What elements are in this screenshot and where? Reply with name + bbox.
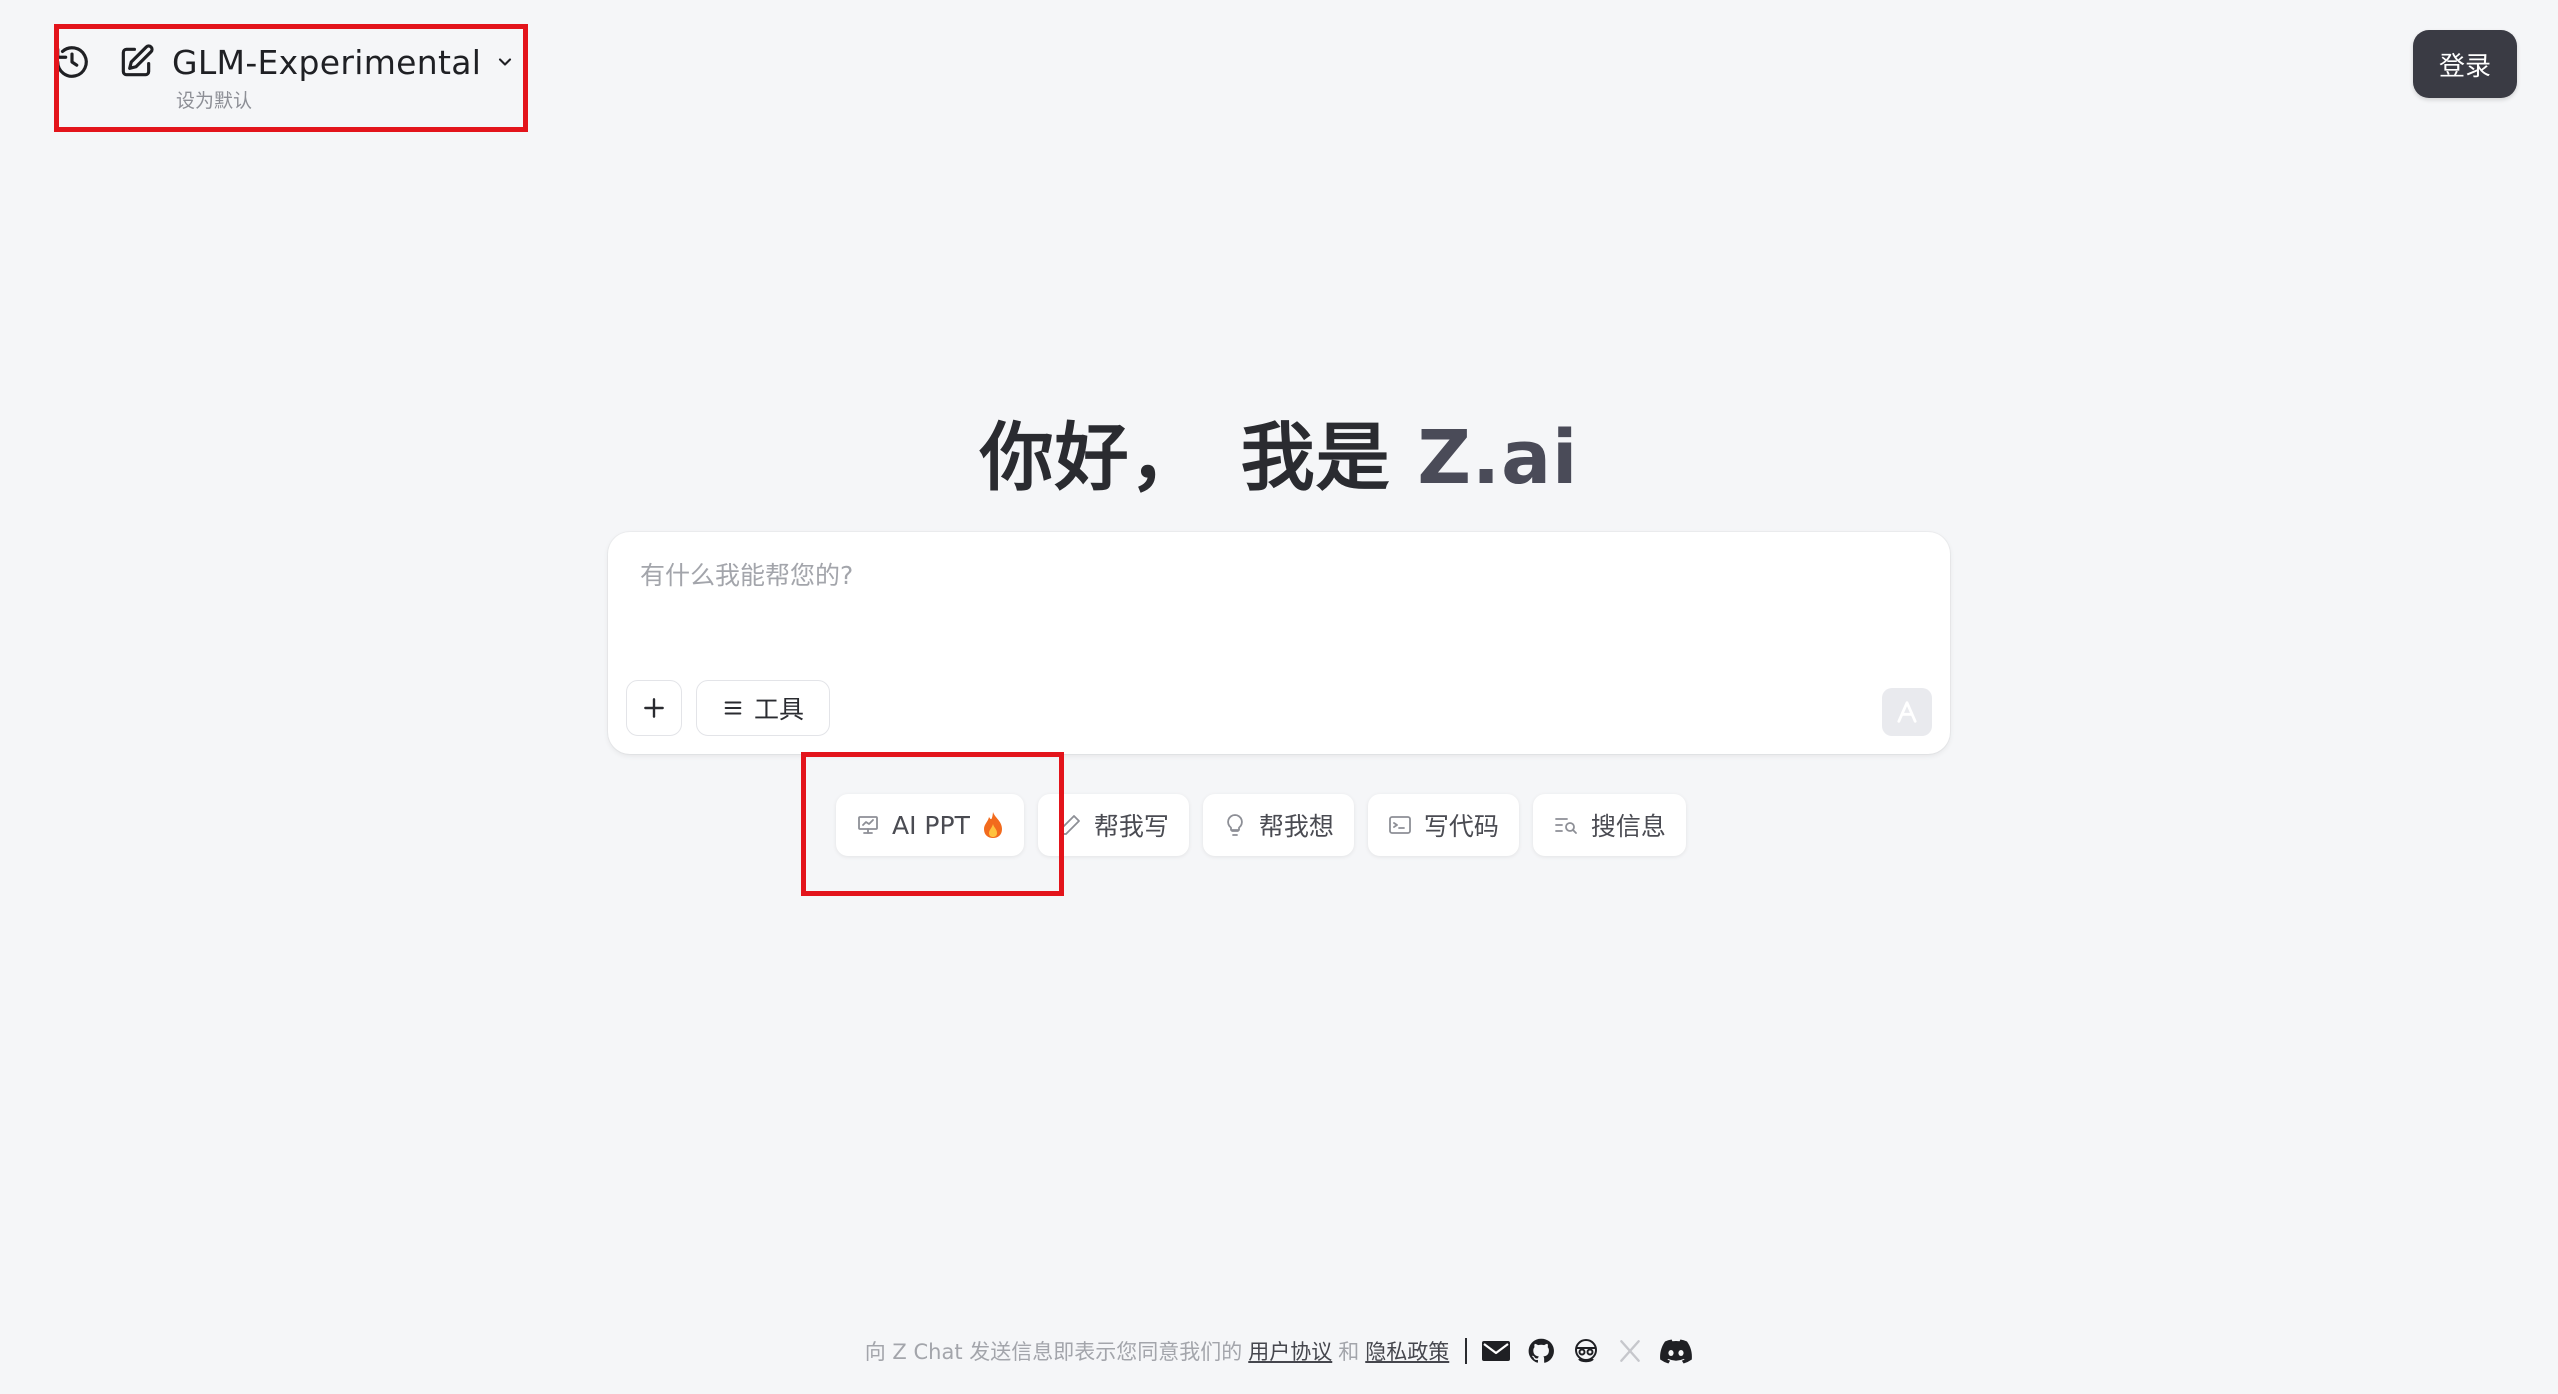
history-button[interactable] [44, 34, 100, 90]
chevron-down-icon[interactable] [495, 52, 515, 72]
menu-lines-icon [724, 701, 742, 715]
set-default-link[interactable]: 设为默认 [176, 86, 515, 113]
discord-icon[interactable] [1659, 1338, 1693, 1364]
search-list-icon [1553, 813, 1579, 837]
send-button[interactable] [1882, 688, 1932, 736]
footer-divider [1465, 1338, 1468, 1364]
header-left: GLM-Experimental 设为默认 [44, 34, 515, 120]
history-icon [56, 46, 88, 78]
chip-search-info[interactable]: 搜信息 [1532, 794, 1686, 856]
social-links [1481, 1337, 1693, 1365]
chip-help-write[interactable]: 帮我写 [1037, 794, 1189, 856]
chip-ai-ppt[interactable]: AI PPT [836, 794, 1024, 856]
mail-icon[interactable] [1481, 1339, 1511, 1363]
chip-label: 写代码 [1423, 812, 1499, 841]
github-icon[interactable] [1527, 1337, 1555, 1365]
new-chat-icon [121, 44, 154, 77]
chip-label: 帮我写 [1093, 812, 1169, 841]
chip-write-code[interactable]: 写代码 [1367, 794, 1519, 856]
chip-label: 帮我想 [1258, 812, 1334, 841]
footer-notice: 向 Z Chat 发送信息即表示您同意我们的 [864, 1340, 1243, 1364]
privacy-link[interactable]: 隐私政策 [1365, 1336, 1449, 1366]
greeting-title: 你好， 我是 Z.ai [0, 398, 2558, 505]
terms-link[interactable]: 用户协议 [1248, 1336, 1332, 1366]
tools-button[interactable]: 工具 [696, 680, 830, 736]
chat-input[interactable] [638, 554, 1912, 654]
new-chat-button[interactable] [108, 34, 164, 90]
tools-label: 工具 [753, 695, 804, 724]
chip-help-think[interactable]: 帮我想 [1202, 794, 1354, 856]
lightbulb-icon [1223, 813, 1247, 837]
model-name[interactable]: GLM-Experimental [172, 43, 481, 82]
chip-label: 搜信息 [1590, 812, 1666, 841]
terminal-icon [1388, 813, 1412, 837]
x-icon[interactable] [1617, 1338, 1643, 1364]
login-button[interactable]: 登录 [2413, 30, 2517, 98]
suggestion-chips: AI PPT 帮我写 帮我想 写代码 搜信息 [836, 794, 1686, 856]
community-icon[interactable] [1571, 1337, 1601, 1365]
greeting-hello: 你好， [979, 415, 1205, 501]
chip-label: AI PPT [892, 810, 970, 840]
plus-icon [644, 698, 664, 718]
pencil-icon [1058, 813, 1082, 837]
chat-input-card: 工具 [608, 532, 1950, 754]
model-switcher[interactable]: GLM-Experimental 设为默认 [172, 34, 515, 113]
brand-name: Z.ai [1417, 415, 1579, 501]
footer: 向 Z Chat 发送信息即表示您同意我们的 用户协议 和 隐私政策 [0, 1336, 2558, 1366]
greeting-iam: 我是 [1240, 415, 1391, 501]
send-icon [1897, 701, 1917, 723]
fire-emoji-icon [982, 811, 1004, 839]
attach-button[interactable] [626, 680, 682, 736]
footer-and: 和 [1338, 1340, 1360, 1364]
presentation-icon [856, 813, 880, 837]
